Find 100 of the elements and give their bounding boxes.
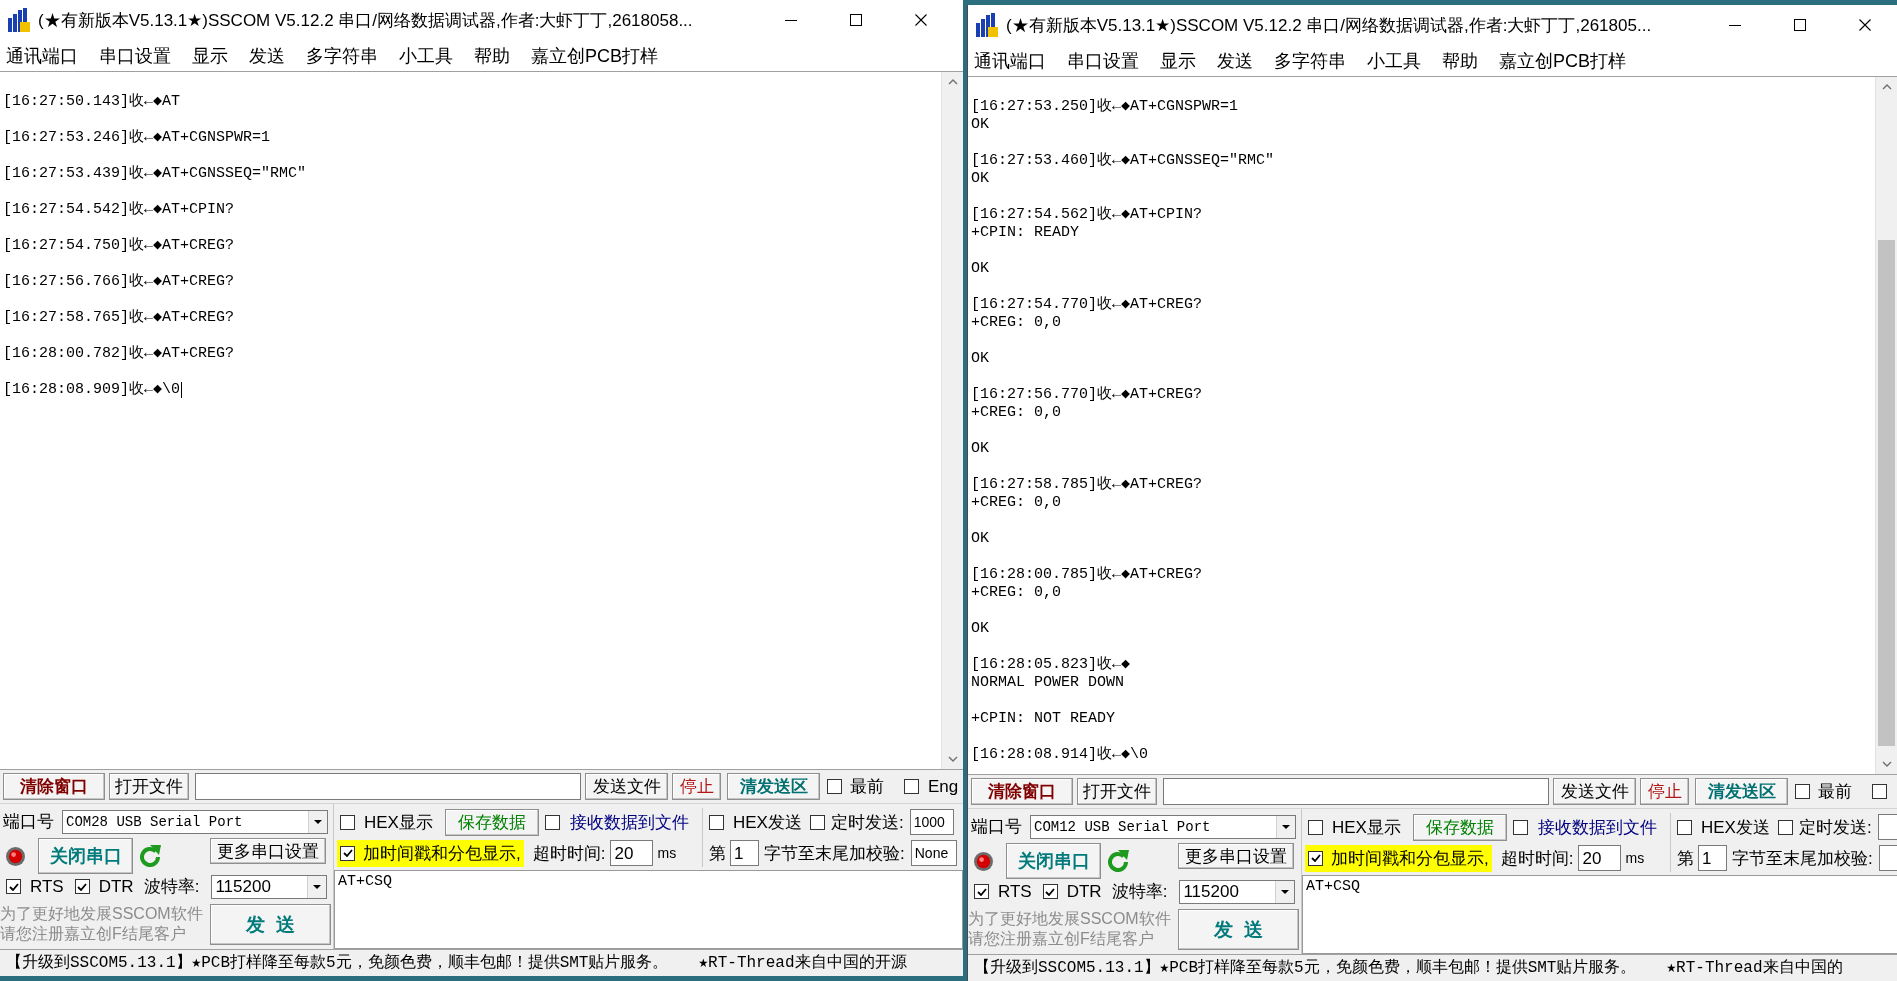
toolbar-button[interactable]: 打开文件 bbox=[109, 773, 189, 800]
log-line: OK bbox=[971, 350, 989, 368]
scrollbar[interactable] bbox=[1875, 77, 1897, 774]
checkbox[interactable] bbox=[1677, 819, 1692, 835]
send-button[interactable]: 发 送 bbox=[1178, 908, 1299, 950]
checkbox[interactable] bbox=[1512, 819, 1528, 835]
checkbox-label[interactable]: 加时间戳和分包显示, bbox=[1331, 849, 1489, 867]
save-data-button[interactable]: 保存数据 bbox=[1412, 813, 1507, 841]
checkbox[interactable] bbox=[1308, 850, 1323, 866]
timeout-field[interactable]: 20 bbox=[1578, 845, 1622, 871]
checkbox-label[interactable]: HEX发送 bbox=[1701, 818, 1770, 836]
checkbox-label[interactable]: RTS bbox=[998, 883, 1032, 900]
toolbar-button[interactable]: 停止 bbox=[672, 773, 721, 800]
menu-item[interactable]: 嘉立创PCB打样 bbox=[531, 46, 658, 65]
checkbox-label[interactable]: 接收数据到文件 bbox=[1537, 818, 1657, 836]
field-label: 超时时间: bbox=[532, 844, 606, 862]
menu-item[interactable]: 多字符串 bbox=[306, 46, 378, 65]
send-button[interactable]: 发 送 bbox=[210, 903, 331, 945]
checkbox-label[interactable]: HEX发送 bbox=[733, 813, 802, 831]
checkbox[interactable] bbox=[6, 879, 21, 894]
save-data-button[interactable]: 保存数据 bbox=[444, 808, 539, 836]
toolbar-button[interactable]: 清除窗口 bbox=[971, 778, 1073, 805]
port-toggle-button[interactable]: 关闭串口 bbox=[38, 838, 133, 874]
checkbox-label[interactable]: HEX显示 bbox=[1332, 818, 1401, 836]
checkbox-label[interactable]: 定时发送: bbox=[830, 813, 904, 831]
scroll-thumb[interactable] bbox=[1878, 240, 1895, 746]
checkbox[interactable] bbox=[1308, 819, 1323, 835]
dropdown-button[interactable] bbox=[1276, 815, 1295, 838]
baud-select[interactable]: 115200 bbox=[211, 874, 328, 899]
file-path-field[interactable] bbox=[1163, 778, 1549, 805]
dropdown-button[interactable] bbox=[308, 810, 327, 833]
menu-item[interactable]: 发送 bbox=[249, 46, 285, 65]
port-select[interactable]: COM12 USB Serial Port bbox=[1030, 814, 1296, 839]
menu-item[interactable]: 通讯端口 bbox=[974, 51, 1046, 70]
checkbox[interactable] bbox=[544, 814, 560, 830]
caret-down-icon bbox=[1881, 761, 1892, 767]
baud-select[interactable]: 115200 bbox=[1179, 879, 1296, 904]
checkbox-label[interactable]: DTR bbox=[1066, 883, 1102, 900]
checkbox-label[interactable]: 接收数据到文件 bbox=[569, 813, 689, 831]
checkbox-label[interactable]: 加时间戳和分包显示, bbox=[363, 844, 521, 862]
start-byte-field[interactable]: 1 bbox=[1698, 845, 1727, 871]
menu-item[interactable]: 显示 bbox=[1160, 51, 1196, 70]
log-line: [16:27:56.766]收←◆AT+CREG? bbox=[3, 273, 235, 291]
toolbar-button[interactable]: 停止 bbox=[1640, 778, 1689, 805]
checkbox-label[interactable]: Eng bbox=[928, 778, 959, 795]
more-settings-button[interactable]: 更多串口设置 bbox=[210, 838, 326, 864]
dropdown-button[interactable] bbox=[307, 875, 327, 898]
dropdown-button[interactable] bbox=[1275, 880, 1295, 903]
maximize-icon bbox=[1793, 19, 1806, 31]
menu-item[interactable]: 小工具 bbox=[1367, 51, 1421, 70]
send-text-area[interactable]: AT+CSQ bbox=[1302, 875, 1897, 954]
toolbar-button[interactable]: 清发送区 bbox=[727, 773, 820, 800]
checkbox[interactable] bbox=[340, 814, 355, 830]
checkbox[interactable] bbox=[1042, 884, 1058, 899]
menu-item[interactable]: 通讯端口 bbox=[6, 46, 78, 65]
menu-item[interactable]: 串口设置 bbox=[99, 46, 171, 65]
menu-item[interactable]: 帮助 bbox=[474, 46, 510, 65]
log-line: [16:27:54.770]收←◆AT+CREG? bbox=[971, 296, 1203, 314]
checkbox-label[interactable]: DTR bbox=[98, 878, 134, 895]
timeout-field[interactable]: 20 bbox=[610, 840, 654, 866]
toolbar-button[interactable]: 打开文件 bbox=[1077, 778, 1157, 805]
checkbox[interactable] bbox=[1777, 819, 1793, 835]
checkbox[interactable] bbox=[340, 845, 355, 861]
menu-item[interactable]: 多字符串 bbox=[1274, 51, 1346, 70]
menu-item[interactable]: 帮助 bbox=[1442, 51, 1478, 70]
checkbox-label[interactable]: HEX显示 bbox=[364, 813, 433, 831]
menu-item[interactable]: 发送 bbox=[1217, 51, 1253, 70]
checkbox-label[interactable]: 定时发送: bbox=[1798, 818, 1872, 836]
checkbox[interactable] bbox=[74, 879, 90, 894]
toolbar-button[interactable]: 清除窗口 bbox=[3, 773, 105, 800]
checkbox[interactable] bbox=[809, 814, 825, 830]
toolbar-button[interactable]: 发送文件 bbox=[1553, 778, 1636, 805]
checkbox-label[interactable]: 最前 bbox=[1818, 783, 1852, 800]
checkbox[interactable] bbox=[709, 814, 724, 830]
port-toggle-button[interactable]: 关闭串口 bbox=[1006, 843, 1101, 879]
start-byte-field[interactable]: 1 bbox=[730, 840, 759, 866]
checkmark-icon bbox=[8, 882, 19, 891]
checkbox-label[interactable]: RTS bbox=[30, 878, 64, 895]
field-label: 第 bbox=[709, 844, 726, 862]
menu-item[interactable]: 嘉立创PCB打样 bbox=[1499, 51, 1626, 70]
file-path-field[interactable] bbox=[195, 773, 581, 800]
port-select[interactable]: COM28 USB Serial Port bbox=[62, 809, 328, 834]
menu-item[interactable]: 显示 bbox=[192, 46, 228, 65]
checkbox[interactable] bbox=[1872, 784, 1887, 799]
checkbox[interactable] bbox=[827, 779, 842, 794]
checkbox[interactable] bbox=[974, 884, 989, 899]
refresh-icon[interactable] bbox=[140, 845, 161, 867]
toolbar-button[interactable]: 清发送区 bbox=[1695, 778, 1788, 805]
checksum-select[interactable]: None bbox=[910, 840, 957, 866]
refresh-icon[interactable] bbox=[1108, 850, 1129, 872]
send-text-area[interactable]: AT+CSQ bbox=[334, 870, 963, 949]
checkbox[interactable] bbox=[904, 779, 919, 794]
toolbar-button[interactable]: 发送文件 bbox=[585, 773, 668, 800]
menu-item[interactable]: 串口设置 bbox=[1067, 51, 1139, 70]
menu-item[interactable]: 小工具 bbox=[399, 46, 453, 65]
checkbox-label[interactable]: 最前 bbox=[850, 778, 884, 795]
timed-send-field[interactable]: 1000 bbox=[909, 809, 954, 835]
more-settings-button[interactable]: 更多串口设置 bbox=[1178, 843, 1294, 869]
checkbox[interactable] bbox=[1795, 784, 1810, 799]
caret-down-icon bbox=[314, 819, 322, 824]
